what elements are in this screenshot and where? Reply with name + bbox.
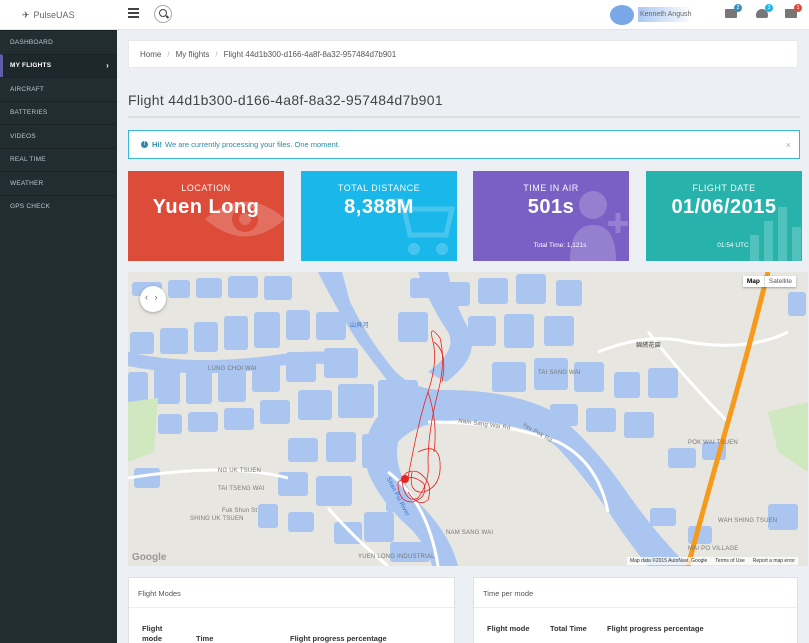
sidebar-item-dashboard[interactable]: DASHBOARD <box>0 30 117 54</box>
stat-value: 01/06/2015 <box>671 196 777 218</box>
search-icon[interactable] <box>154 5 172 23</box>
sidebar-item-label: MY FLIGHTS <box>10 62 52 70</box>
menu-toggle-icon[interactable] <box>128 8 139 18</box>
map-type-satellite-button[interactable]: Satellite <box>763 276 796 287</box>
flight-map[interactable]: LUNG CHOI WAI TAI SANG WAI NG UK TSUEN T… <box>128 272 808 566</box>
stat-value: 8,388M <box>344 196 414 218</box>
map-label: NAM SANG WAI <box>446 530 494 536</box>
flags-badge: 1 <box>794 4 802 12</box>
brand-name: PulseUAS <box>33 10 75 20</box>
stat-total-distance: TOTAL DISTANCE 8,388M <box>301 171 457 261</box>
map-label: SHING UK TSUEN <box>190 516 244 522</box>
column-header: Time <box>196 634 214 643</box>
column-header: Flight mode <box>487 624 530 633</box>
breadcrumb-my-flights[interactable]: My flights <box>176 50 210 59</box>
breadcrumb: Home / My flights / Flight 44d1b300-d166… <box>128 40 798 68</box>
stat-location: LOCATION Yuen Long <box>128 171 284 261</box>
stat-label: LOCATION <box>181 183 231 193</box>
map-label: Fuk Shun St <box>222 508 258 514</box>
column-header: Flight progress percentage <box>290 634 387 643</box>
stat-label: FLIGHT DATE <box>692 183 756 193</box>
chevron-right-icon: › <box>106 61 109 71</box>
info-icon: ! <box>141 141 148 148</box>
stat-flight-date: FLIGHT DATE 01/06/2015 01:54 UTC <box>646 171 802 261</box>
column-header: Total Time <box>550 624 587 633</box>
panel-title: Flight Modes <box>129 578 454 608</box>
sidebar-item-label: AIRCRAFT <box>10 85 45 93</box>
user-name: Kenneth Angush <box>638 7 694 22</box>
map-label: WAH SHING TSUEN <box>718 518 778 524</box>
google-logo: Google <box>132 552 167 563</box>
map-data-credit: Map data ©2015 AutoNavi, Google <box>629 558 708 564</box>
map-label: TAI TSENG WAI <box>218 486 265 492</box>
map-label: TAI SANG WAI <box>538 370 581 376</box>
avatar <box>610 4 634 25</box>
sidebar-item-label: BATTERIES <box>10 109 48 117</box>
map-label: 山貝河 <box>350 323 369 329</box>
breadcrumb-separator: / <box>215 49 218 59</box>
user-add-icon <box>570 191 628 261</box>
alert-strong: Hi! <box>152 140 162 149</box>
sidebar-item-label: GPS CHECK <box>10 203 51 211</box>
sidebar-item-aircraft[interactable]: AIRCRAFT <box>0 77 117 101</box>
terms-link[interactable]: Terms of Use <box>715 558 744 564</box>
map-label: POK WAI TSUEN <box>688 440 738 446</box>
stat-label: TIME IN AIR <box>523 183 579 193</box>
user-menu[interactable]: Kenneth Angush <box>610 4 705 25</box>
sidebar-item-label: VIDEOS <box>10 132 36 140</box>
stat-label: TOTAL DISTANCE <box>337 183 421 193</box>
top-bar: ✈ PulseUAS Kenneth Angush 2 3 1 <box>0 0 809 30</box>
processing-alert: ! Hi! We are currently processing your f… <box>128 130 800 159</box>
notifications-badge: 3 <box>765 4 773 12</box>
map-label: NG UK TSUEN <box>218 468 262 474</box>
stat-value: Yuen Long <box>152 196 260 218</box>
sidebar: DASHBOARD MY FLIGHTS › AIRCRAFT BATTERIES… <box>0 30 117 643</box>
page-title: Flight 44d1b300-d166-4a8f-8a32-957484d7b… <box>128 92 443 108</box>
breadcrumb-current: Flight 44d1b300-d166-4a8f-8a32-957484d7b… <box>223 49 397 59</box>
map-type-map-button[interactable]: Map <box>743 276 764 287</box>
map-type-control[interactable]: Map Satellite <box>742 276 796 287</box>
map-attribution: Map data ©2015 AutoNavi, Google Terms of… <box>626 557 798 565</box>
column-header: Flight mode <box>142 624 163 643</box>
main-content: Home / My flights / Flight 44d1b300-d166… <box>117 30 809 643</box>
map-label: MAI PO VILLAGE <box>688 546 739 552</box>
sidebar-item-label: WEATHER <box>10 179 44 187</box>
stat-time-in-air: TIME IN AIR 501s Total Time: 1,121s <box>473 171 629 261</box>
brand[interactable]: ✈ PulseUAS <box>0 0 117 30</box>
sidebar-item-videos[interactable]: VIDEOS <box>0 124 117 148</box>
report-error-link[interactable]: Report a map error <box>753 558 795 564</box>
envelope-icon[interactable]: 2 <box>725 4 742 18</box>
bell-icon[interactable]: 3 <box>756 4 773 18</box>
breadcrumb-separator: / <box>167 49 170 59</box>
sidebar-item-my-flights[interactable]: MY FLIGHTS › <box>0 53 117 77</box>
sidebar-item-real-time[interactable]: REAL TIME <box>0 147 117 172</box>
flag-icon[interactable]: 1 <box>785 4 802 18</box>
map-pan-control[interactable] <box>140 286 166 312</box>
map-label: 錦綉花園 <box>636 343 661 349</box>
time-per-mode-panel: Time per mode Flight mode Total Time Fli… <box>473 577 798 643</box>
messages-badge: 2 <box>734 4 742 12</box>
sidebar-item-label: DASHBOARD <box>10 38 53 46</box>
sidebar-item-weather[interactable]: WEATHER <box>0 171 117 195</box>
stat-sub: Total Time: 1,121s <box>533 242 587 249</box>
sidebar-item-batteries[interactable]: BATTERIES <box>0 100 117 125</box>
flight-modes-panel: Flight Modes Flight mode Time Flight pro… <box>128 577 455 643</box>
panel-title: Time per mode <box>474 578 797 608</box>
breadcrumb-home[interactable]: Home <box>140 50 161 59</box>
sidebar-item-label: REAL TIME <box>10 156 46 164</box>
map-label: YUEN LONG INDUSTRIAL <box>358 554 435 560</box>
map-label: LUNG CHOI WAI <box>208 366 257 372</box>
close-icon[interactable]: × <box>786 140 791 150</box>
stat-value: 501s <box>527 196 575 218</box>
drone-icon: ✈ <box>22 9 30 20</box>
sidebar-item-gps-check[interactable]: GPS CHECK <box>0 194 117 219</box>
stat-sub: 01:54 UTC <box>717 242 749 249</box>
column-header: Flight progress percentage <box>607 624 704 633</box>
alert-text: We are currently processing your files. … <box>165 140 340 149</box>
title-divider <box>128 116 800 118</box>
